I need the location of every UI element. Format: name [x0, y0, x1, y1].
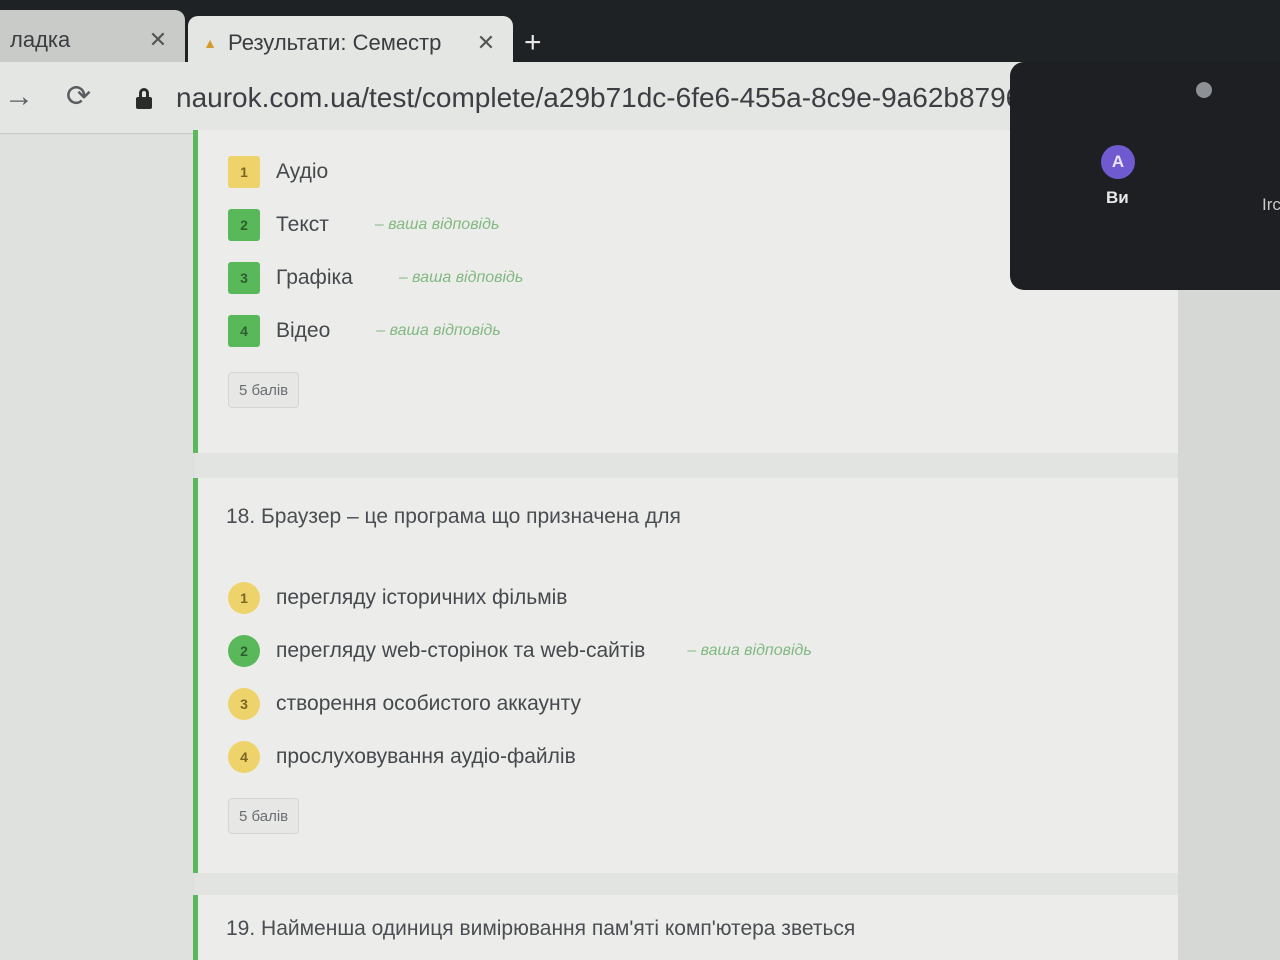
answer-option: 3 Графіка – ваша відповідь [228, 261, 523, 295]
address-bar[interactable]: naurok.com.ua/test/complete/a29b71dc-6fe… [176, 82, 1010, 114]
option-number-badge: 4 [228, 315, 260, 347]
camera-indicator-icon [1196, 82, 1212, 98]
question-title: 19. Найменша одиниця вимірювання пам'яті… [226, 917, 856, 940]
answer-option: 2 перегляду web-сторінок та web-сайтів –… [228, 634, 812, 668]
option-number-badge: 3 [228, 688, 260, 720]
tab-title: ладка [10, 27, 71, 52]
option-number-badge: 4 [228, 741, 260, 773]
close-icon[interactable]: ✕ [143, 27, 173, 53]
tab-title: Результати: Семестр [228, 30, 442, 55]
reload-icon[interactable]: ⟳ [66, 80, 91, 114]
lock-icon[interactable] [136, 88, 152, 110]
option-text: прослуховування аудіо-файлів [276, 745, 576, 768]
favicon-icon: ▲ [203, 35, 217, 51]
answer-option: 4 прослуховування аудіо-файлів [228, 740, 576, 774]
avatar[interactable]: A [1101, 145, 1135, 179]
your-answer-label: – ваша відповідь [398, 269, 524, 286]
participant-name-other: Irc [1262, 195, 1280, 214]
option-text: Відео [276, 319, 331, 342]
option-number-badge: 1 [228, 582, 260, 614]
video-call-panel[interactable] [1010, 62, 1280, 290]
option-number-badge: 3 [228, 262, 260, 294]
new-tab-button[interactable]: + [524, 28, 542, 58]
tab-strip: ладка ✕ ▲ Результати: Семестр ✕ + [0, 0, 1280, 70]
option-text: Графіка [276, 266, 353, 289]
question-title: 18. Браузер – це програма що призначена … [226, 505, 681, 528]
answer-option: 1 Аудіо [228, 155, 328, 189]
your-answer-label: – ваша відповідь [376, 322, 501, 339]
points-badge: 5 балів [228, 798, 300, 834]
option-text: перегляду історичних фільмів [276, 586, 568, 609]
question-card-18: 18. Браузер – це програма що призначена … [193, 478, 1178, 873]
your-answer-label: – ваша відповідь [687, 642, 812, 659]
option-text: перегляду web-сторінок та web-сайтів [276, 639, 646, 662]
question-card-19: 19. Найменша одиниця вимірювання пам'яті… [193, 895, 1178, 960]
answer-option: 3 створення особистого аккаунту [228, 687, 581, 721]
option-number-badge: 2 [228, 209, 260, 241]
option-number-badge: 2 [228, 635, 260, 667]
answer-option: 4 Відео – ваша відповідь [228, 314, 501, 348]
left-margin [0, 135, 195, 960]
option-number-badge: 1 [228, 156, 260, 188]
option-text: створення особистого аккаунту [276, 692, 582, 715]
participant-name-self: Ви [1106, 188, 1129, 207]
option-text: Текст [276, 213, 329, 236]
answer-option: 2 Текст – ваша відповідь [228, 208, 499, 242]
option-text: Аудіо [276, 160, 329, 183]
forward-icon[interactable]: → [4, 80, 34, 114]
points-badge: 5 балів [228, 372, 300, 408]
close-icon[interactable]: ✕ [471, 30, 501, 56]
your-answer-label: – ваша відповідь [374, 216, 500, 233]
tab-bookmarks[interactable]: ладка ✕ [0, 10, 185, 70]
answer-option: 1 перегляду історичних фільмів [228, 581, 567, 615]
